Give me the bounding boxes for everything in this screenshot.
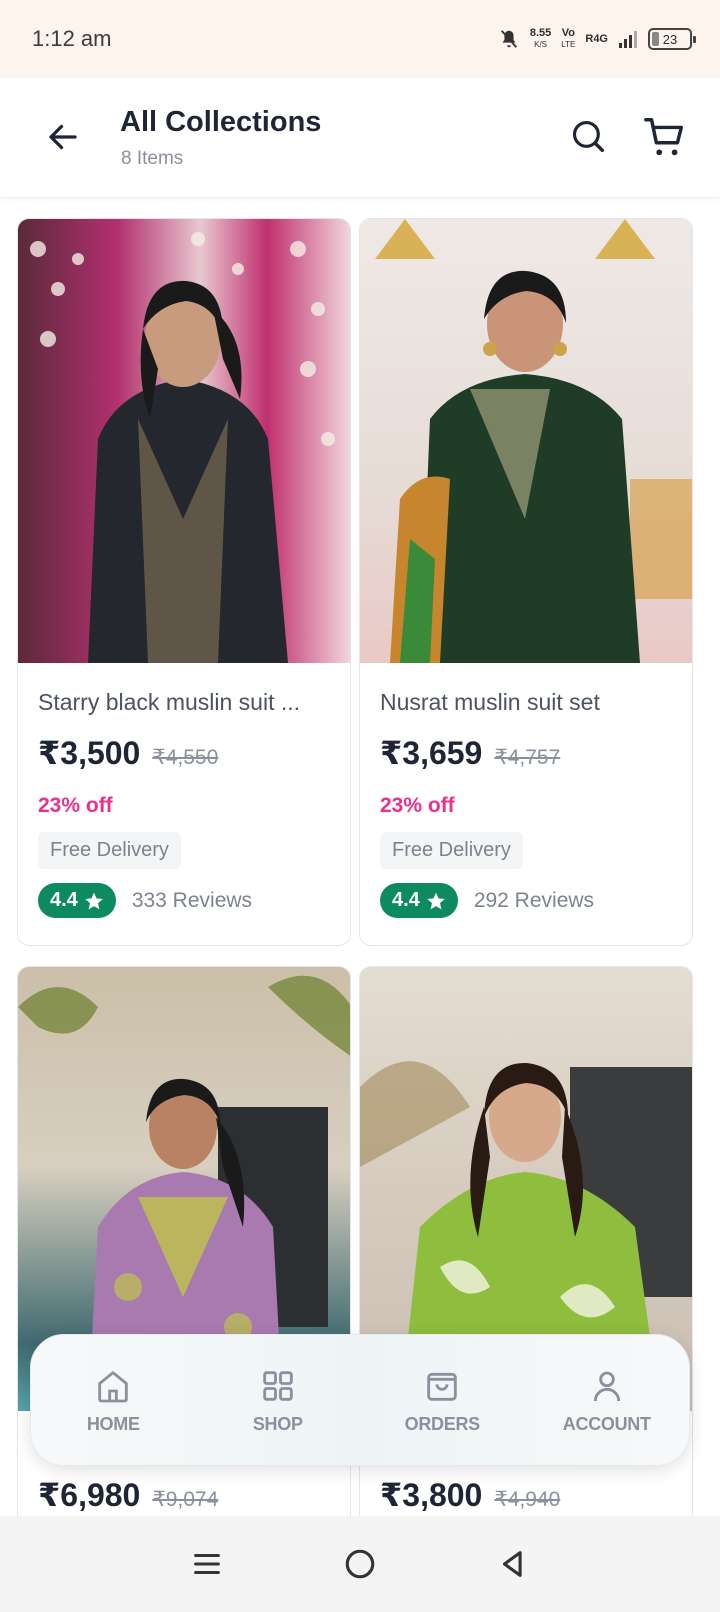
- status-bar: 1:12 am 8.55 K/S Vo LTE R4G 23: [0, 0, 720, 78]
- signal-icon: [619, 31, 637, 48]
- product-image[interactable]: [18, 219, 350, 663]
- volte-indicator: Vo LTE: [561, 27, 576, 50]
- user-icon: [593, 1371, 620, 1401]
- nav-account[interactable]: ACCOUNT: [537, 1366, 677, 1435]
- network-speed: 8.55 K/S: [529, 27, 552, 50]
- network-type: R4G: [585, 32, 608, 45]
- product-mrp: ₹4,550: [152, 746, 219, 769]
- home-icon: [98, 1370, 128, 1402]
- mute-bell-icon: [500, 30, 517, 48]
- arrow-left-icon: [49, 124, 77, 150]
- product-mrp: ₹9,074: [152, 1488, 219, 1511]
- rating-badge: 4.4: [380, 883, 458, 918]
- item-count: 8 Items: [121, 148, 184, 169]
- page-title: All Collections: [120, 106, 322, 138]
- star-icon: [85, 892, 103, 909]
- product-name: Nusrat muslin suit set: [380, 689, 600, 715]
- product-card[interactable]: Nusrat muslin suit set ₹3,659 ₹4,757 23%…: [359, 218, 693, 946]
- model-illustration: [375, 219, 692, 663]
- home-circle-icon[interactable]: [343, 1547, 377, 1581]
- product-image[interactable]: [360, 219, 692, 663]
- system-navigation-bar: [0, 1516, 720, 1612]
- nav-orders[interactable]: ORDERS: [372, 1366, 512, 1435]
- nav-home[interactable]: HOME: [43, 1366, 183, 1435]
- back-button[interactable]: [40, 114, 86, 160]
- product-mrp: ₹4,757: [494, 746, 561, 769]
- bottom-navigation: HOME SHOP ORDERS ACCOUNT: [30, 1334, 690, 1466]
- product-mrp: ₹4,940: [494, 1488, 561, 1511]
- battery-icon: 23: [648, 28, 696, 50]
- discount-label: 23% off: [380, 794, 455, 817]
- discount-label: 23% off: [38, 794, 113, 817]
- bag-icon: [427, 1372, 457, 1401]
- rating-badge: 4.4: [38, 883, 116, 918]
- menu-icon[interactable]: [190, 1547, 224, 1581]
- cart-button[interactable]: [640, 112, 690, 162]
- app-header: All Collections 8 Items: [0, 78, 720, 198]
- product-card[interactable]: Starry black muslin suit ... ₹3,500 ₹4,5…: [17, 218, 351, 946]
- status-icons: 8.55 K/S Vo LTE R4G 23: [498, 27, 696, 50]
- cart-icon: [644, 118, 684, 156]
- product-price: ₹6,980: [38, 1477, 141, 1513]
- review-count: 333 Reviews: [131, 888, 253, 912]
- grid-icon: [263, 1370, 293, 1401]
- model-illustration: [30, 232, 335, 663]
- product-price: ₹3,659: [380, 735, 483, 771]
- search-icon: [572, 120, 604, 152]
- back-triangle-icon[interactable]: [496, 1547, 530, 1581]
- search-button[interactable]: [566, 114, 610, 158]
- product-price-row: ₹3,800 ₹4,940: [380, 1476, 560, 1514]
- nav-shop[interactable]: SHOP: [208, 1366, 348, 1435]
- product-price: ₹3,800: [380, 1477, 483, 1513]
- free-delivery-tag: Free Delivery: [380, 832, 523, 869]
- product-price: ₹3,500: [38, 735, 141, 771]
- product-price-row: ₹6,980 ₹9,074: [38, 1476, 218, 1514]
- review-count: 292 Reviews: [473, 888, 595, 912]
- nav-orders-label: ORDERS: [404, 1413, 481, 1434]
- nav-shop-label: SHOP: [252, 1413, 303, 1434]
- product-name: Starry black muslin suit ...: [38, 689, 301, 715]
- nav-home-label: HOME: [86, 1413, 140, 1434]
- status-time: 1:12 am: [32, 26, 112, 51]
- nav-account-label: ACCOUNT: [562, 1413, 651, 1434]
- free-delivery-tag: Free Delivery: [38, 832, 181, 869]
- star-icon: [427, 892, 445, 909]
